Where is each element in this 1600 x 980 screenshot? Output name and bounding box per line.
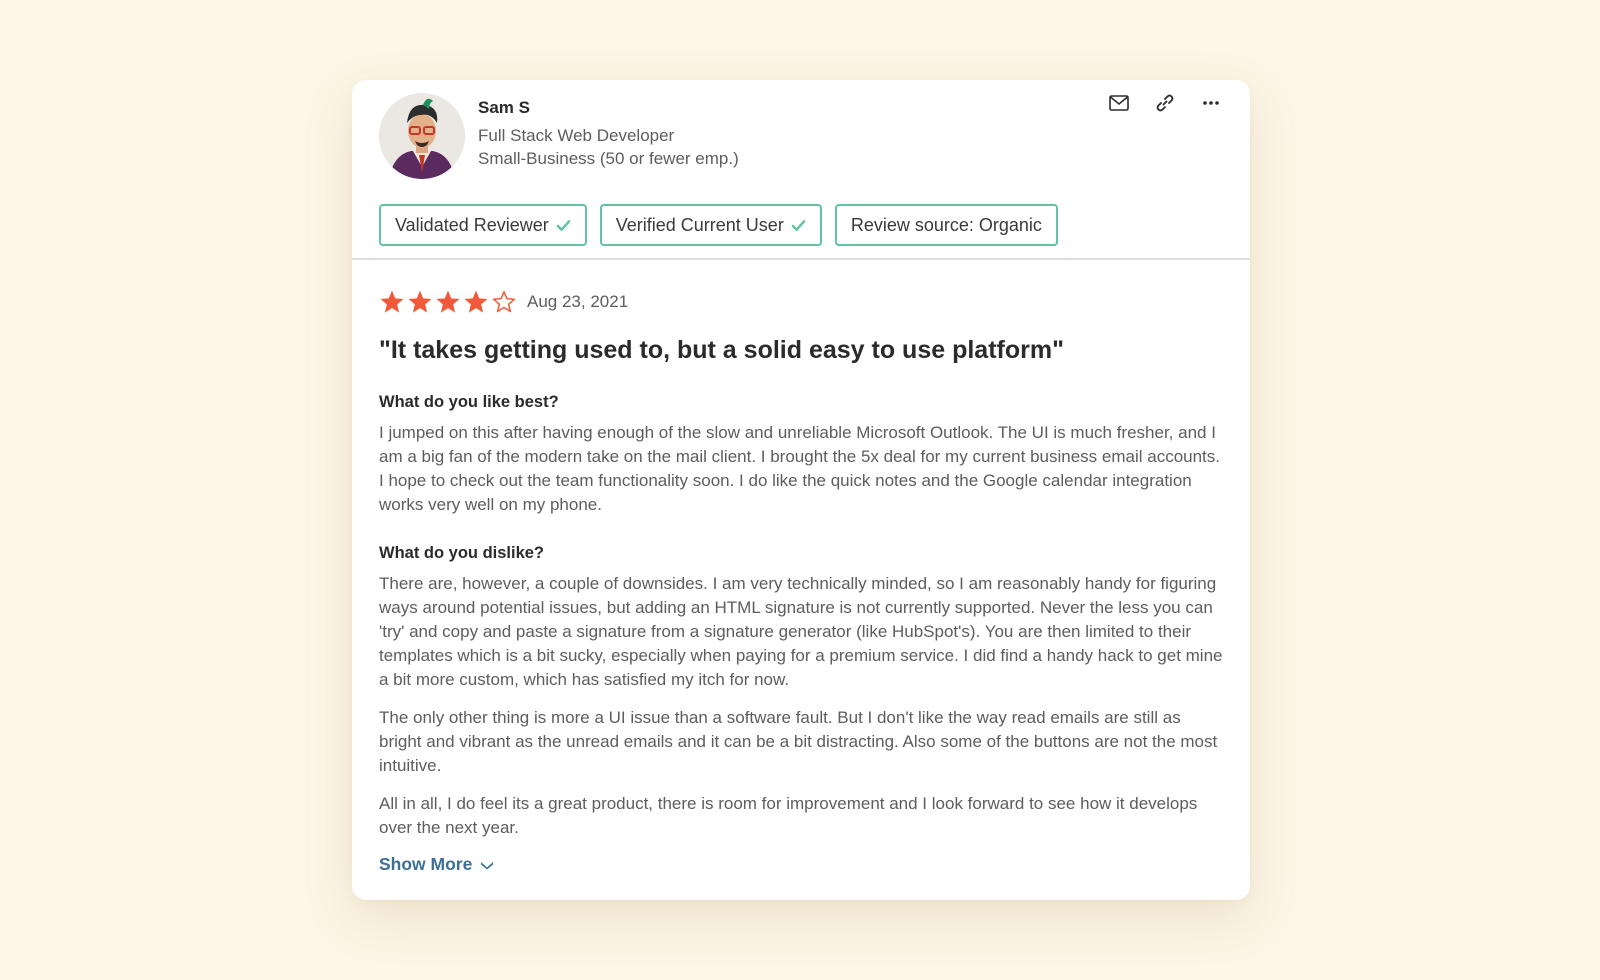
star-filled-icon xyxy=(408,290,432,313)
reviewer-segment: Small-Business (50 or fewer emp.) xyxy=(478,149,739,168)
reviewer-header: Sam S Full Stack Web Developer Small-Bus… xyxy=(352,80,1250,260)
dislikes-paragraph: All in all, I do feel its a great produc… xyxy=(379,794,1198,837)
mail-button[interactable] xyxy=(1108,92,1130,114)
likes-answer-text: I jumped on this after having enough of … xyxy=(379,423,1221,514)
badge-verified-current-user[interactable]: Verified Current User xyxy=(599,204,822,246)
likes-answer: I jumped on this after having enough of … xyxy=(379,421,1223,517)
link-button[interactable] xyxy=(1154,92,1176,114)
star-filled-icon xyxy=(436,290,460,313)
rating-row: Aug 23, 2021 xyxy=(379,288,1223,316)
star-filled-icon xyxy=(464,290,488,313)
badge-label: Verified Current User xyxy=(615,214,784,235)
review-date: Aug 23, 2021 xyxy=(527,292,629,311)
badge-review-source[interactable]: Review source: Organic xyxy=(834,204,1058,246)
review-card: Sam S Full Stack Web Developer Small-Bus… xyxy=(352,80,1250,900)
badge-label: Validated Reviewer xyxy=(395,214,549,235)
dislikes-question: What do you dislike? xyxy=(379,544,545,562)
chevron-down-icon xyxy=(481,861,494,869)
link-icon xyxy=(1156,94,1174,112)
avatar-illustration xyxy=(379,93,465,179)
show-more-label: Show More xyxy=(379,854,473,874)
avatar xyxy=(379,93,465,179)
dislikes-paragraph: The only other thing is more a UI issue … xyxy=(379,708,1218,775)
star-rating xyxy=(379,289,517,315)
reviewer-name: Sam S xyxy=(478,98,530,117)
check-icon xyxy=(556,219,571,231)
reviewer-badges: Validated Reviewer Verified Current User… xyxy=(379,204,1058,246)
show-more-button[interactable]: Show More xyxy=(379,854,494,875)
review-title: "It takes getting used to, but a solid e… xyxy=(379,336,1064,364)
review-body: Aug 23, 2021 "It takes getting used to, … xyxy=(352,260,1250,875)
dislikes-answer: There are, however, a couple of downside… xyxy=(379,572,1223,840)
dislikes-paragraph: There are, however, a couple of downside… xyxy=(379,574,1223,689)
badge-label: Review source: Organic xyxy=(850,214,1042,235)
star-filled-icon xyxy=(380,290,404,313)
star-empty-icon xyxy=(492,290,516,313)
likes-question: What do you like best? xyxy=(379,393,559,411)
more-icon xyxy=(1203,101,1219,105)
reviewer-role: Full Stack Web Developer xyxy=(478,126,675,145)
badge-validated-reviewer[interactable]: Validated Reviewer xyxy=(379,204,587,246)
more-button[interactable] xyxy=(1200,92,1222,114)
mail-icon xyxy=(1109,95,1129,111)
review-actions xyxy=(1108,92,1222,114)
check-icon xyxy=(791,219,806,231)
